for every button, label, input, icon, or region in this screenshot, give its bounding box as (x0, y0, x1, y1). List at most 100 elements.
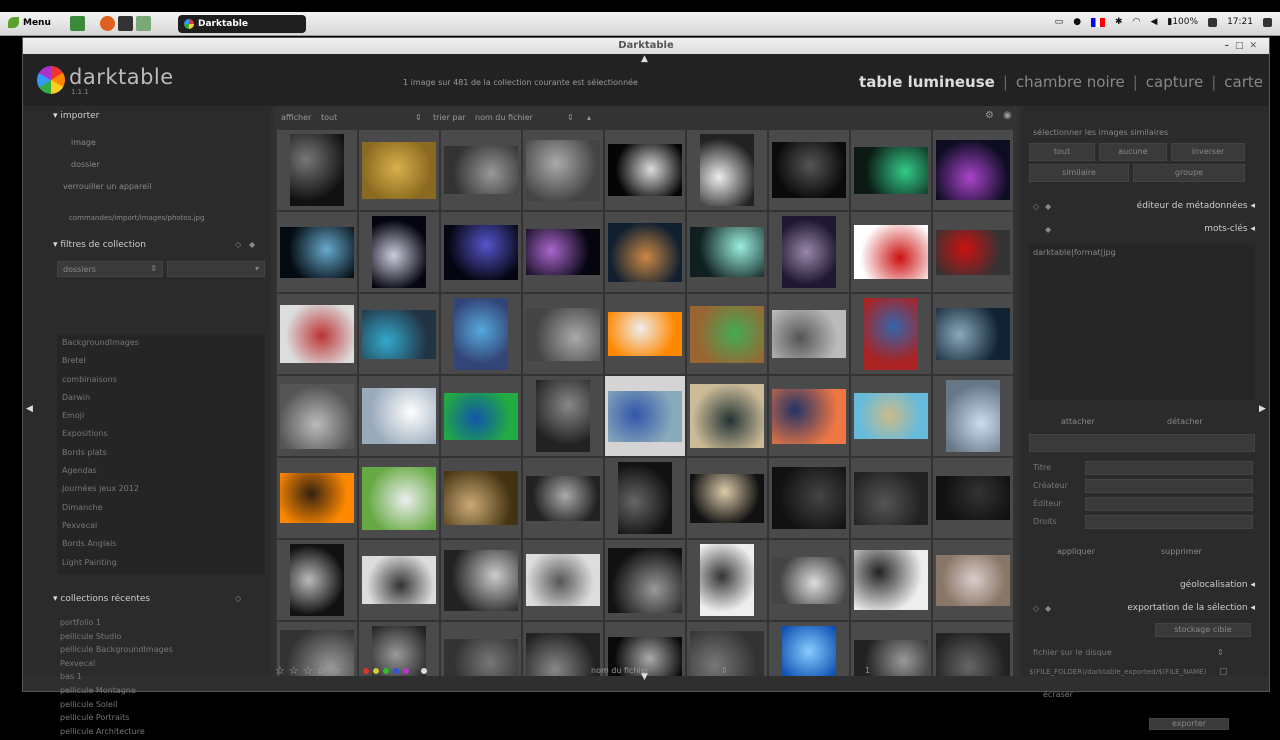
recent-collection-item[interactable]: portfolio 1 (57, 618, 265, 632)
filter-list-item[interactable]: Bords Anglais (57, 535, 265, 553)
filter-list-item[interactable]: Emoji (57, 407, 265, 425)
reset-icon[interactable]: ◇ (235, 240, 241, 249)
sort-select[interactable]: nom du fichier (475, 113, 533, 122)
geolocation-header[interactable]: géolocalisation (1180, 580, 1255, 590)
thumbnail[interactable] (441, 458, 521, 538)
top-panel-toggle-icon[interactable]: ▲ (641, 54, 648, 64)
thumbnail[interactable] (523, 540, 603, 620)
attach-tag-button[interactable]: attacher (1061, 417, 1095, 426)
color-label-clear-icon[interactable] (421, 668, 427, 674)
thumbnail[interactable] (851, 212, 931, 292)
network-icon[interactable]: ▭ (1055, 17, 1064, 27)
thumbnail[interactable] (277, 130, 357, 210)
export-header[interactable]: exportation de la sélection (1127, 603, 1255, 613)
thumbnail[interactable] (769, 540, 849, 620)
import-folder-button[interactable]: dossier (71, 160, 100, 169)
filter-list-item[interactable]: combinaisons (57, 371, 265, 389)
show-desktop-icon[interactable] (70, 16, 85, 31)
thumbnail[interactable] (769, 458, 849, 538)
filter-select[interactable]: dossiers ⇕ (57, 261, 163, 277)
thumbnail[interactable] (769, 376, 849, 456)
right-panel-toggle-icon[interactable]: ▶ (1259, 404, 1266, 414)
export-path-input[interactable]: $(FILE_FOLDER)/darktable_exported/$(FILE… (1029, 668, 1209, 676)
thumbnail[interactable] (523, 130, 603, 210)
thumbnail[interactable] (359, 130, 439, 210)
thumbnail[interactable] (523, 458, 603, 538)
clock[interactable]: 17:21 (1227, 17, 1253, 27)
color-label-blue-icon[interactable] (393, 668, 399, 674)
thumbnail[interactable] (933, 458, 1013, 538)
thumbnail[interactable] (441, 376, 521, 456)
reset-icon[interactable]: ◇ (1033, 604, 1039, 613)
color-label-red-icon[interactable] (363, 668, 369, 674)
show-select[interactable]: tout (321, 113, 337, 122)
thumbnail[interactable] (277, 540, 357, 620)
presets-icon[interactable]: ◆ (249, 240, 255, 249)
sort-direction-icon[interactable]: ▴ (587, 113, 591, 122)
tray-app-icon[interactable] (1208, 17, 1218, 27)
metadata-editor-header[interactable]: éditeur de métadonnées (1137, 201, 1255, 211)
tag-entry-input[interactable] (1029, 434, 1255, 452)
thumbnail[interactable] (605, 130, 685, 210)
storage-target-button[interactable]: stockage cible (1155, 623, 1251, 637)
rights-field[interactable] (1085, 515, 1253, 529)
recent-collection-item[interactable]: pellicule Studio (57, 632, 265, 646)
reset-icon[interactable]: ◇ (1033, 202, 1039, 211)
thumbnail[interactable] (605, 294, 685, 374)
start-menu-button[interactable]: Menu (8, 17, 51, 28)
thumbnail[interactable] (851, 540, 931, 620)
thumbnail[interactable] (851, 458, 931, 538)
color-label-green-icon[interactable] (383, 668, 389, 674)
thumbnail[interactable] (605, 376, 685, 456)
thumbnail[interactable] (687, 458, 767, 538)
storage-select[interactable]: fichier sur le disque (1033, 648, 1112, 657)
thumbnail[interactable] (359, 212, 439, 292)
thumbnail[interactable] (359, 294, 439, 374)
overwrite-label[interactable]: écraser (1043, 690, 1073, 699)
filter-list-item[interactable]: Agendas (57, 462, 265, 480)
color-label-purple-icon[interactable] (403, 668, 409, 674)
import-camera-button[interactable]: verrouiller un appareil (63, 182, 151, 191)
filter-list-item[interactable]: Journées jeux 2012 (57, 480, 265, 498)
bottom-panel-toggle-icon[interactable]: ▼ (641, 672, 648, 682)
thumbnail[interactable] (523, 376, 603, 456)
thumbnail[interactable] (523, 212, 603, 292)
reset-icon[interactable]: ◇ (235, 594, 241, 603)
settings-gear-icon[interactable]: ⚙ (985, 110, 994, 121)
recent-collections-header[interactable]: collections récentes (53, 594, 150, 604)
files-icon[interactable] (136, 16, 151, 31)
thumbnail[interactable] (687, 130, 767, 210)
thumbnail[interactable] (687, 376, 767, 456)
thumbnail[interactable] (769, 212, 849, 292)
collection-filters-header[interactable]: filtres de collection (53, 240, 146, 250)
select-similar-button[interactable]: similaire (1029, 164, 1129, 182)
thumbnail[interactable] (687, 294, 767, 374)
firefox-icon[interactable] (100, 16, 115, 31)
filter-list-item[interactable]: Bretel (57, 352, 265, 370)
recent-collection-item[interactable]: pellicule Architecture (57, 727, 265, 740)
thumbnail[interactable] (441, 294, 521, 374)
select-all-button[interactable]: tout (1029, 143, 1095, 161)
volume-icon[interactable]: ◀ (1150, 17, 1157, 27)
view-tethering[interactable]: capture (1146, 73, 1203, 91)
thumbnail[interactable] (441, 540, 521, 620)
thumbnail[interactable] (277, 458, 357, 538)
thumbnail[interactable] (359, 540, 439, 620)
zoom-value[interactable]: 1 (865, 666, 870, 675)
thumbnail[interactable] (441, 212, 521, 292)
presets-icon[interactable]: ◆ (1045, 202, 1051, 211)
thumbnail-grid[interactable] (277, 130, 1015, 676)
keyboard-layout-flag-icon[interactable] (1091, 17, 1106, 27)
apply-metadata-button[interactable]: appliquer (1057, 547, 1095, 556)
view-map[interactable]: carte (1224, 73, 1263, 91)
filter-list-item[interactable]: BackgroundImages (57, 334, 265, 352)
tag-list[interactable]: darktable|format|jpg (1029, 244, 1255, 400)
thumbnail[interactable] (933, 376, 1013, 456)
recent-collection-item[interactable]: pellicule Montagne (57, 686, 265, 700)
detach-tag-button[interactable]: détacher (1167, 417, 1203, 426)
thumbnail[interactable] (687, 212, 767, 292)
presets-icon[interactable]: ◆ (1045, 604, 1051, 613)
color-label-yellow-icon[interactable] (373, 668, 379, 674)
window-titlebar[interactable]: Darktable –□✕ (23, 38, 1269, 54)
filter-list-item[interactable]: Darwin (57, 389, 265, 407)
